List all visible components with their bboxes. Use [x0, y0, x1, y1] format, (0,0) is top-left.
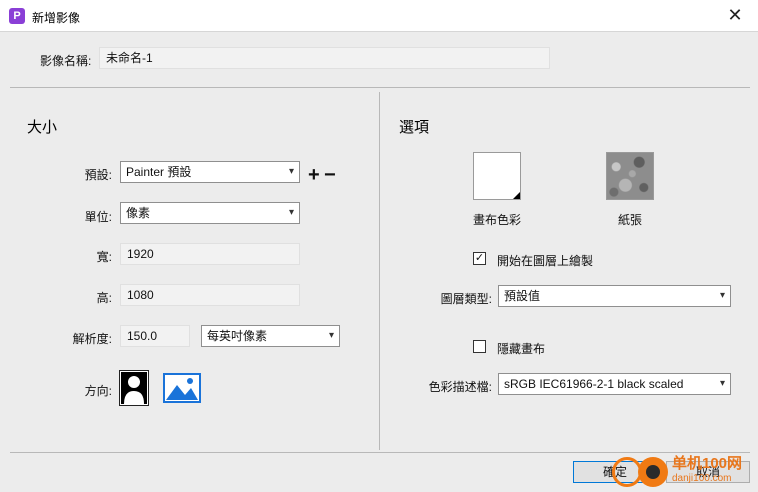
start-on-layer-label: 開始在圖層上繪製 — [497, 254, 594, 268]
watermark-line1: 单机100网 — [672, 455, 743, 472]
start-on-layer-checkbox[interactable]: ✓ — [473, 252, 486, 265]
color-profile-label: 色彩描述檔: — [428, 380, 492, 394]
watermark: 单机100网 danji100.com — [612, 452, 752, 490]
window-title: 新增影像 — [32, 11, 81, 25]
preset-value: Painter 預設 — [126, 165, 192, 179]
watermark-line2: danji100.com — [672, 473, 732, 484]
hide-canvas-checkbox[interactable] — [473, 340, 486, 353]
unit-dropdown[interactable]: 像素 ▾ — [120, 202, 300, 224]
hide-canvas-label: 隱藏畫布 — [497, 342, 546, 356]
paper-label: 紙張 — [618, 213, 643, 227]
painter-app-icon: P — [9, 8, 25, 24]
color-profile-dropdown[interactable]: sRGB IEC61966-2-1 black scaled ▾ — [498, 373, 731, 395]
layer-type-label: 圖層類型: — [440, 292, 492, 306]
chevron-down-icon: ▾ — [288, 207, 294, 218]
unit-label: 單位: — [84, 210, 112, 224]
close-icon[interactable]: ✕ — [712, 0, 758, 32]
width-label: 寬: — [96, 250, 112, 264]
canvas-color-label: 畫布色彩 — [473, 213, 522, 227]
chevron-down-icon: ▾ — [288, 166, 294, 177]
orientation-label: 方向: — [84, 384, 112, 398]
color-profile-value: sRGB IEC61966-2-1 black scaled — [504, 377, 684, 391]
remove-preset-icon[interactable]: − — [324, 165, 336, 185]
chevron-down-icon: ▾ — [719, 378, 725, 389]
title-bar: P 新增影像 ✕ — [0, 0, 758, 32]
layer-type-value: 預設值 — [504, 289, 541, 303]
image-name-field[interactable]: 未命名-1 — [99, 47, 550, 69]
chevron-down-icon: ▾ — [328, 330, 334, 341]
preset-dropdown[interactable]: Painter 預設 ▾ — [120, 161, 300, 183]
swatch-corner-icon — [513, 192, 520, 199]
layer-type-dropdown[interactable]: 預設值 ▾ — [498, 285, 731, 307]
resolution-unit-value: 每英吋像素 — [207, 329, 268, 343]
landscape-orientation-icon[interactable] — [163, 373, 201, 403]
resolution-field[interactable]: 150.0 — [120, 325, 190, 347]
unit-value: 像素 — [126, 206, 151, 220]
paper-swatch[interactable] — [606, 152, 654, 200]
options-heading: 選項 — [399, 119, 430, 136]
section-divider — [379, 92, 380, 450]
canvas-color-swatch[interactable] — [473, 152, 521, 200]
image-name-label: 影像名稱: — [40, 54, 92, 68]
watermark-dot-icon — [638, 457, 668, 487]
size-heading: 大小 — [27, 119, 58, 136]
resolution-label: 解析度: — [72, 332, 112, 346]
portrait-orientation-icon[interactable] — [119, 370, 149, 406]
chevron-down-icon: ▾ — [719, 290, 725, 301]
add-preset-icon[interactable]: + — [308, 165, 320, 185]
resolution-unit-dropdown[interactable]: 每英吋像素 ▾ — [201, 325, 340, 347]
height-field[interactable]: 1080 — [120, 284, 300, 306]
preset-label: 預設: — [84, 168, 112, 182]
height-label: 高: — [96, 291, 112, 305]
width-field[interactable]: 1920 — [120, 243, 300, 265]
divider-top — [10, 87, 750, 88]
